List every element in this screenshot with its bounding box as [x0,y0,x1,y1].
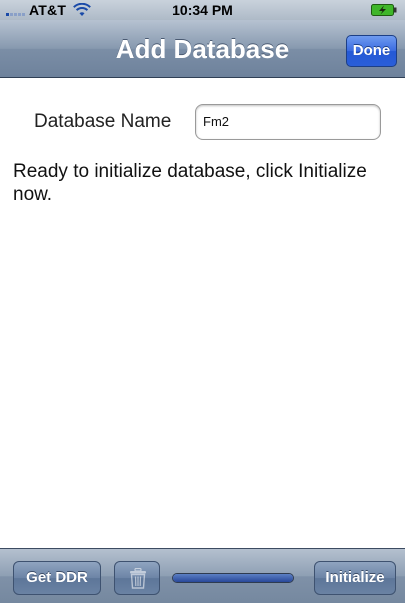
status-bar: AT&T 10:34 PM [0,0,405,20]
navigation-bar: Add Database Done [0,20,405,78]
initialize-button[interactable]: Initialize [314,561,396,595]
database-name-label: Database Name [34,111,172,132]
progress-fill [173,574,293,582]
bottom-toolbar: Get DDR Initialize [0,548,405,603]
get-ddr-button[interactable]: Get DDR [13,561,101,595]
trash-button[interactable] [114,561,160,595]
battery-charging-icon [371,4,397,16]
status-message: Ready to initialize database, click Init… [13,161,367,205]
trash-icon [130,568,146,589]
done-button[interactable]: Done [346,35,397,67]
status-time: 10:34 PM [172,2,233,18]
page-title: Add Database [115,34,290,64]
progress-bar [172,573,294,583]
database-name-field[interactable]: Fm2 [195,104,381,140]
